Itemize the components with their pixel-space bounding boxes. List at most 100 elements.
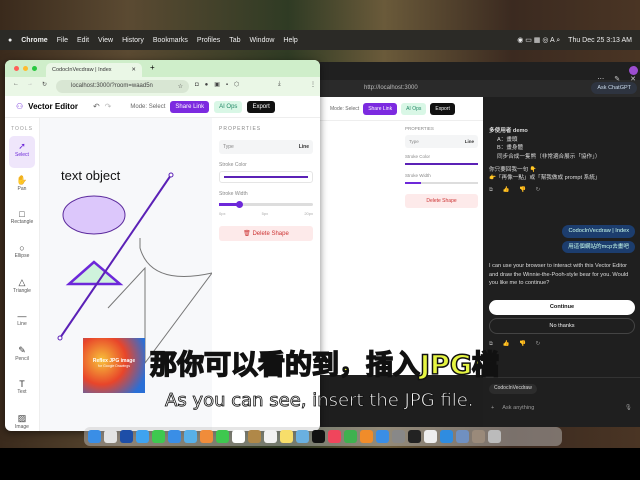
pages-icon[interactable] <box>360 430 373 443</box>
user-page-chip[interactable]: CodocInVecdraw | Index <box>562 225 635 238</box>
tool-label: Text <box>17 389 27 395</box>
plus-icon[interactable]: + <box>491 404 494 413</box>
tool-image[interactable]: ▨ Image <box>9 408 35 431</box>
bookmark-star-icon[interactable]: ☆ <box>178 83 183 90</box>
chat-input[interactable]: Ask anything <box>502 404 617 413</box>
tool-pan[interactable]: ✋ Pan <box>9 170 35 202</box>
clock[interactable]: Thu Dec 25 3:13 AM <box>568 37 632 44</box>
menu-profiles[interactable]: Profiles <box>197 37 220 44</box>
no-thanks-button[interactable]: No thanks <box>489 317 635 335</box>
music-icon[interactable] <box>328 430 341 443</box>
menu-edit[interactable]: Edit <box>77 37 89 44</box>
chrome-menu-icon[interactable]: ⋮ <box>310 81 316 88</box>
subtitle-chinese: 那你可以看的到，插入JPG檔 <box>149 349 500 382</box>
menu-app[interactable]: Chrome <box>21 37 47 44</box>
line-handle[interactable] <box>168 172 174 178</box>
letterbox-bottom <box>0 448 640 480</box>
new-tab-button[interactable]: + <box>150 63 155 72</box>
browser-tab[interactable]: CodocInVecdraw | Index ✕ <box>46 63 142 77</box>
image-subtitle: for Google Drawings <box>98 364 130 368</box>
extension-icons[interactable]: ◘●▣▪⬡ <box>195 81 245 88</box>
trash-icon[interactable] <box>488 430 501 443</box>
app-store-icon[interactable] <box>376 430 389 443</box>
message-actions[interactable]: ⧉ 👍 👎 ↻ <box>489 340 635 349</box>
delete-shape-button-bg[interactable]: Delete Shape <box>405 194 478 208</box>
zoom-window-button[interactable] <box>32 66 37 71</box>
preview-icon[interactable] <box>456 430 469 443</box>
address-bar[interactable]: localhost:3000/?room=waad5n ☆ <box>56 80 189 93</box>
tool-rectangle[interactable]: □ Rectangle <box>9 204 35 236</box>
menu-window[interactable]: Window <box>250 37 275 44</box>
export-button-bg[interactable]: Export <box>430 102 455 115</box>
share-link-button-bg[interactable]: Share Link <box>363 102 398 115</box>
undo-icon[interactable]: ↶ <box>93 102 100 111</box>
finder-icon[interactable] <box>88 430 101 443</box>
tool-pencil[interactable]: ✎ Pencil <box>9 340 35 372</box>
tool-select[interactable]: ➚ Select <box>9 136 35 168</box>
export-button[interactable]: Export <box>247 100 275 113</box>
menu-view[interactable]: View <box>98 37 113 44</box>
tool-triangle[interactable]: △ Triangle <box>9 272 35 304</box>
download-icon[interactable]: ⤓ <box>278 81 281 88</box>
vscode-icon[interactable] <box>440 430 453 443</box>
message-actions[interactable]: ⧉ 👍 👎 ↻ <box>489 186 635 195</box>
forward-icon[interactable]: → <box>27 81 33 87</box>
tools-panel: TOOLS ➚ Select ✋ Pan □ Rectangle ○ Ellipse △… <box>5 118 40 431</box>
reminders-icon[interactable] <box>264 430 277 443</box>
messages-icon[interactable] <box>152 430 165 443</box>
tv-icon[interactable] <box>312 430 325 443</box>
delete-shape-button[interactable]: 🗑 Delete Shape <box>219 226 313 241</box>
context-chip[interactable]: CodocInVecdraw <box>489 384 537 394</box>
chrome-icon[interactable] <box>424 430 437 443</box>
slider-max: 20px <box>304 211 313 216</box>
tool-text[interactable]: T Text <box>9 374 35 406</box>
continue-button[interactable]: Continue <box>489 300 635 315</box>
app-icon[interactable] <box>120 430 133 443</box>
close-icon[interactable]: ✕ <box>630 75 636 86</box>
stroke-width-slider-bg[interactable] <box>405 182 478 184</box>
back-icon[interactable]: ← <box>13 81 19 87</box>
terminal-icon[interactable] <box>408 430 421 443</box>
minimize-window-button[interactable] <box>23 66 28 71</box>
downloads-icon[interactable] <box>472 430 485 443</box>
more-icon[interactable]: ⋯ <box>597 75 604 86</box>
maps-icon[interactable] <box>184 430 197 443</box>
menu-file[interactable]: File <box>57 37 68 44</box>
facetime-icon[interactable] <box>216 430 229 443</box>
stroke-color-swatch-bg[interactable] <box>405 163 478 165</box>
close-tab-icon[interactable]: ✕ <box>131 67 136 73</box>
close-window-button[interactable] <box>14 66 19 71</box>
line-handle[interactable] <box>57 335 63 341</box>
photos-icon[interactable] <box>200 430 213 443</box>
menu-bookmarks[interactable]: Bookmarks <box>153 37 188 44</box>
stroke-width-slider[interactable] <box>219 200 313 208</box>
inserted-jpg-image[interactable]: Reflex JPG image for Google Drawings <box>83 338 145 393</box>
tool-ellipse[interactable]: ○ Ellipse <box>9 238 35 270</box>
safari-icon[interactable] <box>136 430 149 443</box>
reload-icon[interactable]: ↻ <box>42 81 47 88</box>
stroke-color-picker[interactable] <box>219 171 313 183</box>
tool-line[interactable]: — Line <box>9 306 35 338</box>
settings-icon[interactable] <box>392 430 405 443</box>
status-icons[interactable]: ◉ ▭ ▦ ◎ A ⌕ <box>517 36 560 45</box>
menu-tab[interactable]: Tab <box>229 37 240 44</box>
menu-help[interactable]: Help <box>283 37 297 44</box>
profile-avatar[interactable] <box>629 66 638 75</box>
notes-icon[interactable] <box>280 430 293 443</box>
contacts-icon[interactable] <box>248 430 261 443</box>
back-url[interactable]: http://localhost:3000 <box>364 85 418 91</box>
calendar-icon[interactable] <box>232 430 245 443</box>
numbers-icon[interactable] <box>344 430 357 443</box>
mail-icon[interactable] <box>168 430 181 443</box>
redo-icon[interactable]: ↷ <box>105 102 112 111</box>
drawing-canvas[interactable]: text object Reflex JPG image for Google … <box>40 118 212 431</box>
freeform-icon[interactable] <box>296 430 309 443</box>
microphone-icon[interactable]: 🎙 <box>625 404 632 413</box>
share-link-button[interactable]: Share Link <box>170 100 210 113</box>
new-chat-icon[interactable]: ✎ <box>614 75 620 86</box>
ai-ops-button[interactable]: AI Ops <box>214 100 243 113</box>
menu-history[interactable]: History <box>122 37 144 44</box>
apple-icon[interactable]: ● <box>8 37 12 44</box>
ai-ops-button-bg[interactable]: AI Ops <box>401 102 427 115</box>
launchpad-icon[interactable] <box>104 430 117 443</box>
